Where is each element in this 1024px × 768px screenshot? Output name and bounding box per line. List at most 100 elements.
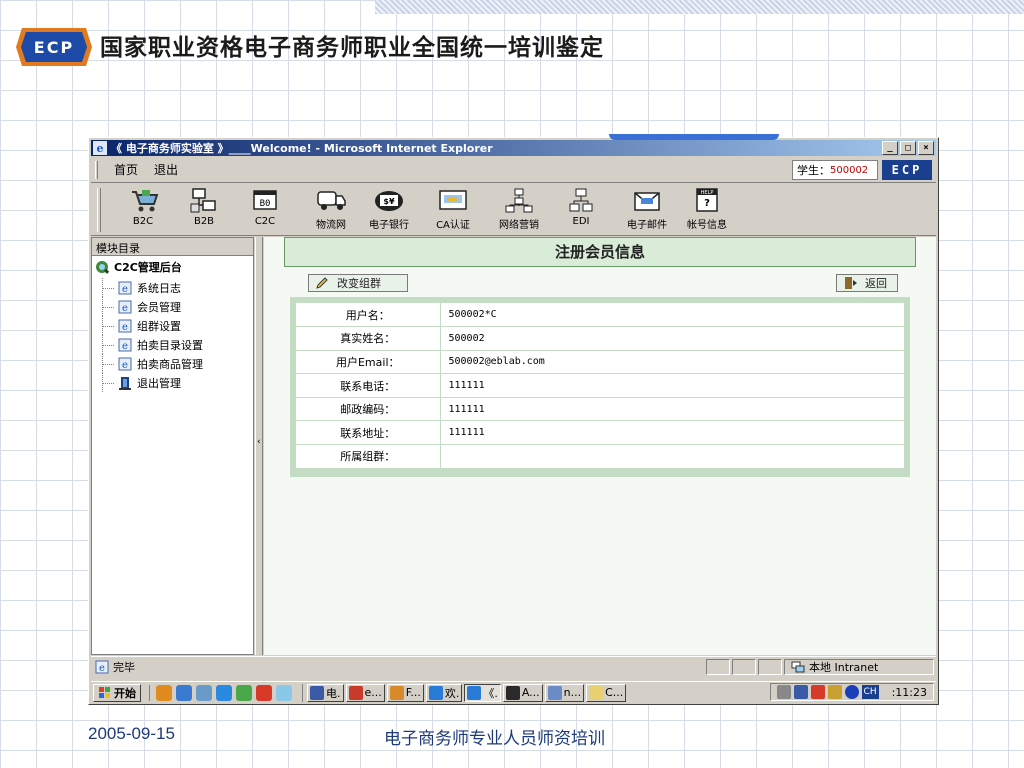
start-label: 开始 bbox=[114, 686, 136, 700]
task-button[interactable]: n... bbox=[544, 683, 585, 702]
task-icon bbox=[310, 685, 324, 700]
windows-flag-icon bbox=[99, 686, 110, 698]
back-door-icon bbox=[845, 277, 857, 289]
task-label: 欢. bbox=[444, 686, 460, 700]
language-indicator[interactable]: CH bbox=[861, 685, 879, 699]
toolbar-b2b[interactable]: B2B bbox=[174, 188, 234, 227]
minimize-button[interactable]: _ bbox=[882, 141, 898, 155]
network-tray-icon[interactable] bbox=[793, 685, 808, 699]
page-title: 注册会员信息 bbox=[284, 237, 916, 267]
bank-icon: $¥ bbox=[375, 191, 403, 211]
field-value: 111111 bbox=[440, 397, 904, 422]
menubar: 首页 退出 学生： 500002 ECP bbox=[91, 157, 936, 183]
pane-splitter[interactable]: ‹ bbox=[255, 237, 263, 655]
task-button[interactable]: F... bbox=[386, 683, 424, 702]
tree-item-auction-catalog[interactable]: e 拍卖目录设置 bbox=[92, 335, 253, 354]
task-icon bbox=[505, 685, 520, 700]
quicklaunch-icon[interactable] bbox=[196, 684, 212, 701]
toolbar-marketing[interactable]: 网络营销 bbox=[489, 188, 549, 231]
table-row: 用户Email： 500002@eblab.com bbox=[296, 350, 904, 375]
tree-item-member-management[interactable]: e 会员管理 bbox=[92, 297, 253, 316]
toolbar-b2c[interactable]: B2C bbox=[113, 188, 173, 227]
svg-text:e: e bbox=[122, 341, 128, 352]
start-button[interactable]: 开始 bbox=[93, 683, 141, 702]
module-tree-pane: 模块目录 C2C管理后台 e 系统日志 e 会员管理 e 组群设置 e 拍卖目录… bbox=[91, 237, 254, 655]
truck-icon bbox=[317, 191, 346, 210]
tree-root-label: C2C管理后台 bbox=[114, 261, 182, 274]
svg-text:$¥: $¥ bbox=[383, 197, 395, 206]
slide-title: 国家职业资格电子商务师职业全国统一培训鉴定 bbox=[100, 35, 604, 61]
task-label: 《. bbox=[483, 686, 498, 700]
field-label: 真实姓名： bbox=[296, 326, 441, 351]
quicklaunch-icon[interactable] bbox=[276, 684, 292, 701]
ie-page-icon: e bbox=[95, 660, 109, 674]
tree-item-auction-goods[interactable]: e 拍卖商品管理 bbox=[92, 354, 253, 373]
toolbar-logistics[interactable]: 物流网 bbox=[301, 188, 361, 231]
collapse-arrow-icon[interactable]: ‹ bbox=[257, 437, 261, 447]
tree-item-label: 退出管理 bbox=[137, 376, 181, 390]
status-main: e 完毕 bbox=[91, 659, 706, 675]
task-label: F... bbox=[405, 686, 421, 699]
field-label: 用户名： bbox=[296, 303, 441, 328]
tree-root-c2c-admin[interactable]: C2C管理后台 bbox=[92, 256, 253, 278]
ie-icon: e bbox=[93, 141, 107, 155]
status-cell bbox=[732, 658, 756, 675]
table-row: 真实姓名： 500002 bbox=[296, 326, 904, 351]
task-button[interactable]: e... bbox=[345, 683, 385, 702]
svg-text:e: e bbox=[99, 663, 105, 674]
quicklaunch-icon[interactable] bbox=[216, 684, 232, 701]
ie-page-icon: e bbox=[118, 300, 132, 314]
status-bar: e 完毕 本地 Intranet bbox=[91, 656, 936, 676]
quicklaunch-icon[interactable] bbox=[256, 684, 272, 701]
task-button[interactable]: 电. bbox=[307, 683, 344, 702]
menu-logout[interactable]: 退出 bbox=[146, 161, 186, 178]
table-row: 联系电话： 111111 bbox=[296, 373, 904, 398]
toolbar-label-c2c: C2C bbox=[254, 216, 276, 227]
field-label: 所属组群： bbox=[296, 444, 441, 469]
task-button[interactable]: 欢. bbox=[425, 683, 463, 702]
ie-page-icon: e bbox=[118, 319, 132, 333]
tray-icon[interactable] bbox=[810, 685, 825, 699]
task-button-active[interactable]: 《. bbox=[464, 683, 501, 702]
account-help-icon: HELP ? bbox=[696, 188, 718, 212]
volume-icon[interactable] bbox=[776, 685, 791, 699]
task-label: 电. bbox=[326, 686, 341, 700]
back-label: 返回 bbox=[865, 277, 887, 290]
field-value: 500002@eblab.com bbox=[440, 350, 904, 375]
tree-item-exit-management[interactable]: 退出管理 bbox=[92, 373, 253, 392]
mail-icon bbox=[634, 192, 660, 211]
task-button[interactable]: C... bbox=[586, 683, 627, 702]
close-button[interactable]: × bbox=[918, 141, 934, 155]
tree-item-system-log[interactable]: e 系统日志 bbox=[92, 278, 253, 297]
svg-text:e: e bbox=[97, 142, 104, 155]
quicklaunch-icon[interactable] bbox=[176, 684, 192, 701]
tree-item-label: 会员管理 bbox=[137, 300, 181, 314]
svg-text:e: e bbox=[122, 360, 128, 371]
quicklaunch-icon[interactable] bbox=[156, 684, 172, 701]
maximize-button[interactable]: □ bbox=[900, 141, 916, 155]
task-label: A... bbox=[521, 686, 540, 699]
task-button[interactable]: A... bbox=[502, 683, 543, 702]
menu-home[interactable]: 首页 bbox=[106, 161, 146, 178]
toolbar-label-ebank: 电子银行 bbox=[369, 220, 409, 231]
tray-icon[interactable] bbox=[827, 685, 842, 699]
tree-item-group-settings[interactable]: e 组群设置 bbox=[92, 316, 253, 335]
field-value: 111111 bbox=[440, 373, 904, 398]
cart-icon bbox=[132, 190, 159, 212]
tree-item-label: 组群设置 bbox=[137, 319, 181, 333]
footer-date: 2005-09-15 bbox=[88, 724, 175, 743]
back-button[interactable]: 返回 bbox=[836, 274, 898, 292]
toolbar-email[interactable]: 电子邮件 bbox=[617, 188, 677, 231]
toolbar-c2c[interactable]: B0 C2C bbox=[235, 188, 295, 227]
change-group-button[interactable]: 改变组群 bbox=[308, 274, 408, 292]
toolbar-ebank[interactable]: $¥ 电子银行 bbox=[359, 188, 419, 231]
toolbar-edi[interactable]: EDI bbox=[551, 188, 611, 227]
task-icon bbox=[389, 685, 404, 700]
field-label: 联系地址： bbox=[296, 420, 441, 446]
toolbar-ca[interactable]: CA认证 bbox=[423, 188, 483, 231]
window-titlebar[interactable]: e 《 电子商务师实验室 》____Welcome! - Microsoft I… bbox=[91, 140, 936, 156]
tray-icon[interactable] bbox=[844, 685, 859, 699]
table-row: 邮政编码： 111111 bbox=[296, 397, 904, 422]
quicklaunch-icon[interactable] bbox=[236, 684, 252, 701]
toolbar-account[interactable]: HELP ? 帐号信息 bbox=[677, 188, 737, 231]
